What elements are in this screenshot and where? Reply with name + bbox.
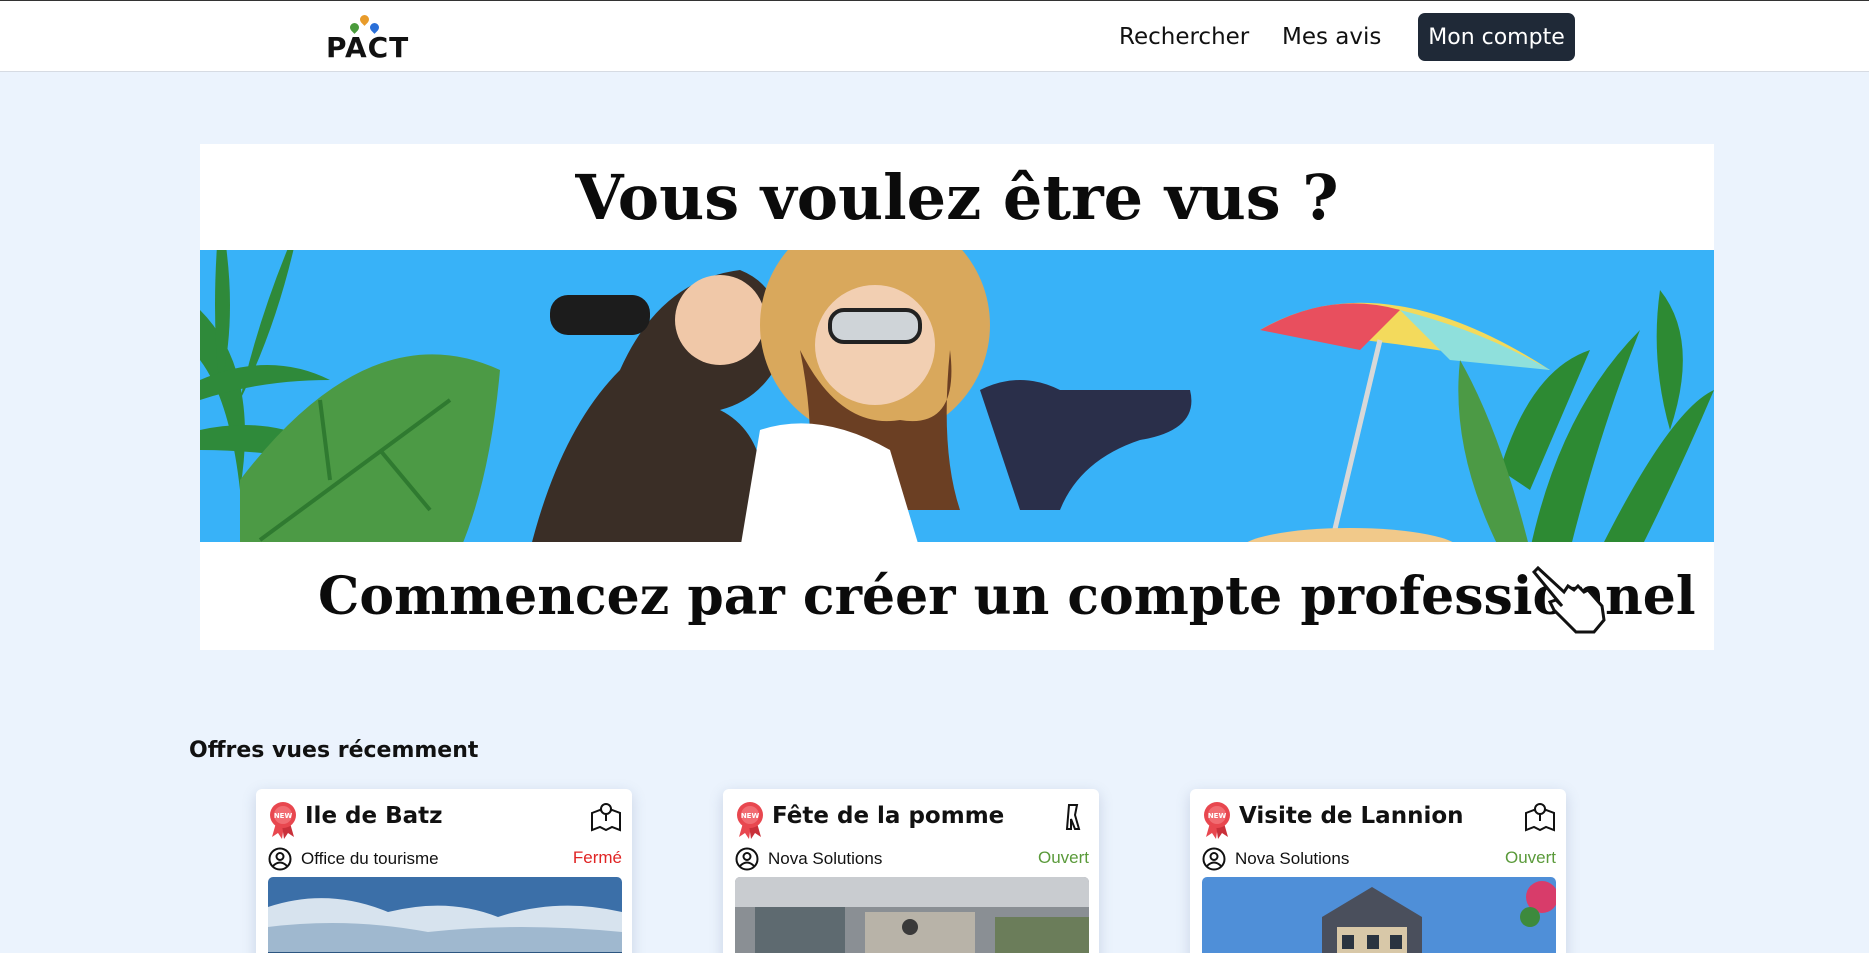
offer-photo[interactable] (268, 877, 622, 953)
offer-card[interactable]: NEW Visite de Lannion Nova Solutions Ouv… (1190, 789, 1566, 953)
nav-search-link[interactable]: Rechercher (1119, 13, 1249, 61)
recent-offers-title: Offres vues récemment (189, 738, 479, 763)
svg-text:NEW: NEW (274, 812, 293, 820)
offer-status: Ouvert (1037, 848, 1089, 867)
pointing-hand-icon (1531, 565, 1606, 634)
offer-owner: Office du tourisme (301, 849, 439, 868)
svg-text:NEW: NEW (741, 812, 760, 820)
pact-logo[interactable]: PACT (326, 13, 418, 64)
offer-title[interactable]: Fête de la pomme (772, 803, 1004, 829)
offer-title[interactable]: Visite de Lannion (1239, 803, 1464, 829)
new-badge-icon: NEW (737, 802, 763, 839)
top-navigation-bar: PACT Rechercher Mes avis Mon compte (0, 0, 1869, 72)
offer-card[interactable]: NEW Fête de la pomme Nova Solutions Ouve… (723, 789, 1099, 953)
banner-headline: Vous voulez être vus ? (575, 160, 1339, 234)
svg-text:NEW: NEW (1208, 812, 1227, 820)
offer-owner: Nova Solutions (1235, 849, 1350, 868)
new-badge-icon: NEW (270, 802, 296, 839)
offer-photo[interactable] (735, 877, 1089, 953)
user-icon (735, 847, 759, 871)
banner-cta-strip: Commencez par créer un compte profession… (200, 542, 1714, 650)
offer-owner: Nova Solutions (768, 849, 883, 868)
show-icon (1065, 804, 1081, 830)
map-icon (591, 803, 621, 832)
user-icon (1202, 847, 1226, 871)
offer-status: Ouvert (1504, 848, 1556, 867)
offer-status: Fermé (572, 848, 622, 867)
new-badge-icon: NEW (1204, 802, 1230, 839)
offer-title[interactable]: Ile de Batz (305, 803, 443, 829)
logo-text: PACT (326, 31, 410, 64)
logo-pin-icon (358, 13, 371, 26)
pro-account-banner[interactable]: Vous voulez être vus ? Commencez par cré… (200, 144, 1714, 650)
account-button[interactable]: Mon compte (1418, 13, 1575, 61)
offer-photo[interactable] (1202, 877, 1556, 953)
banner-cta-text: Commencez par créer un compte profession… (318, 566, 1714, 627)
user-icon (268, 847, 292, 871)
nav-reviews-link[interactable]: Mes avis (1282, 13, 1381, 61)
offer-card[interactable]: NEW Ile de Batz Office du tourisme Fermé (256, 789, 632, 953)
map-icon (1525, 803, 1555, 832)
